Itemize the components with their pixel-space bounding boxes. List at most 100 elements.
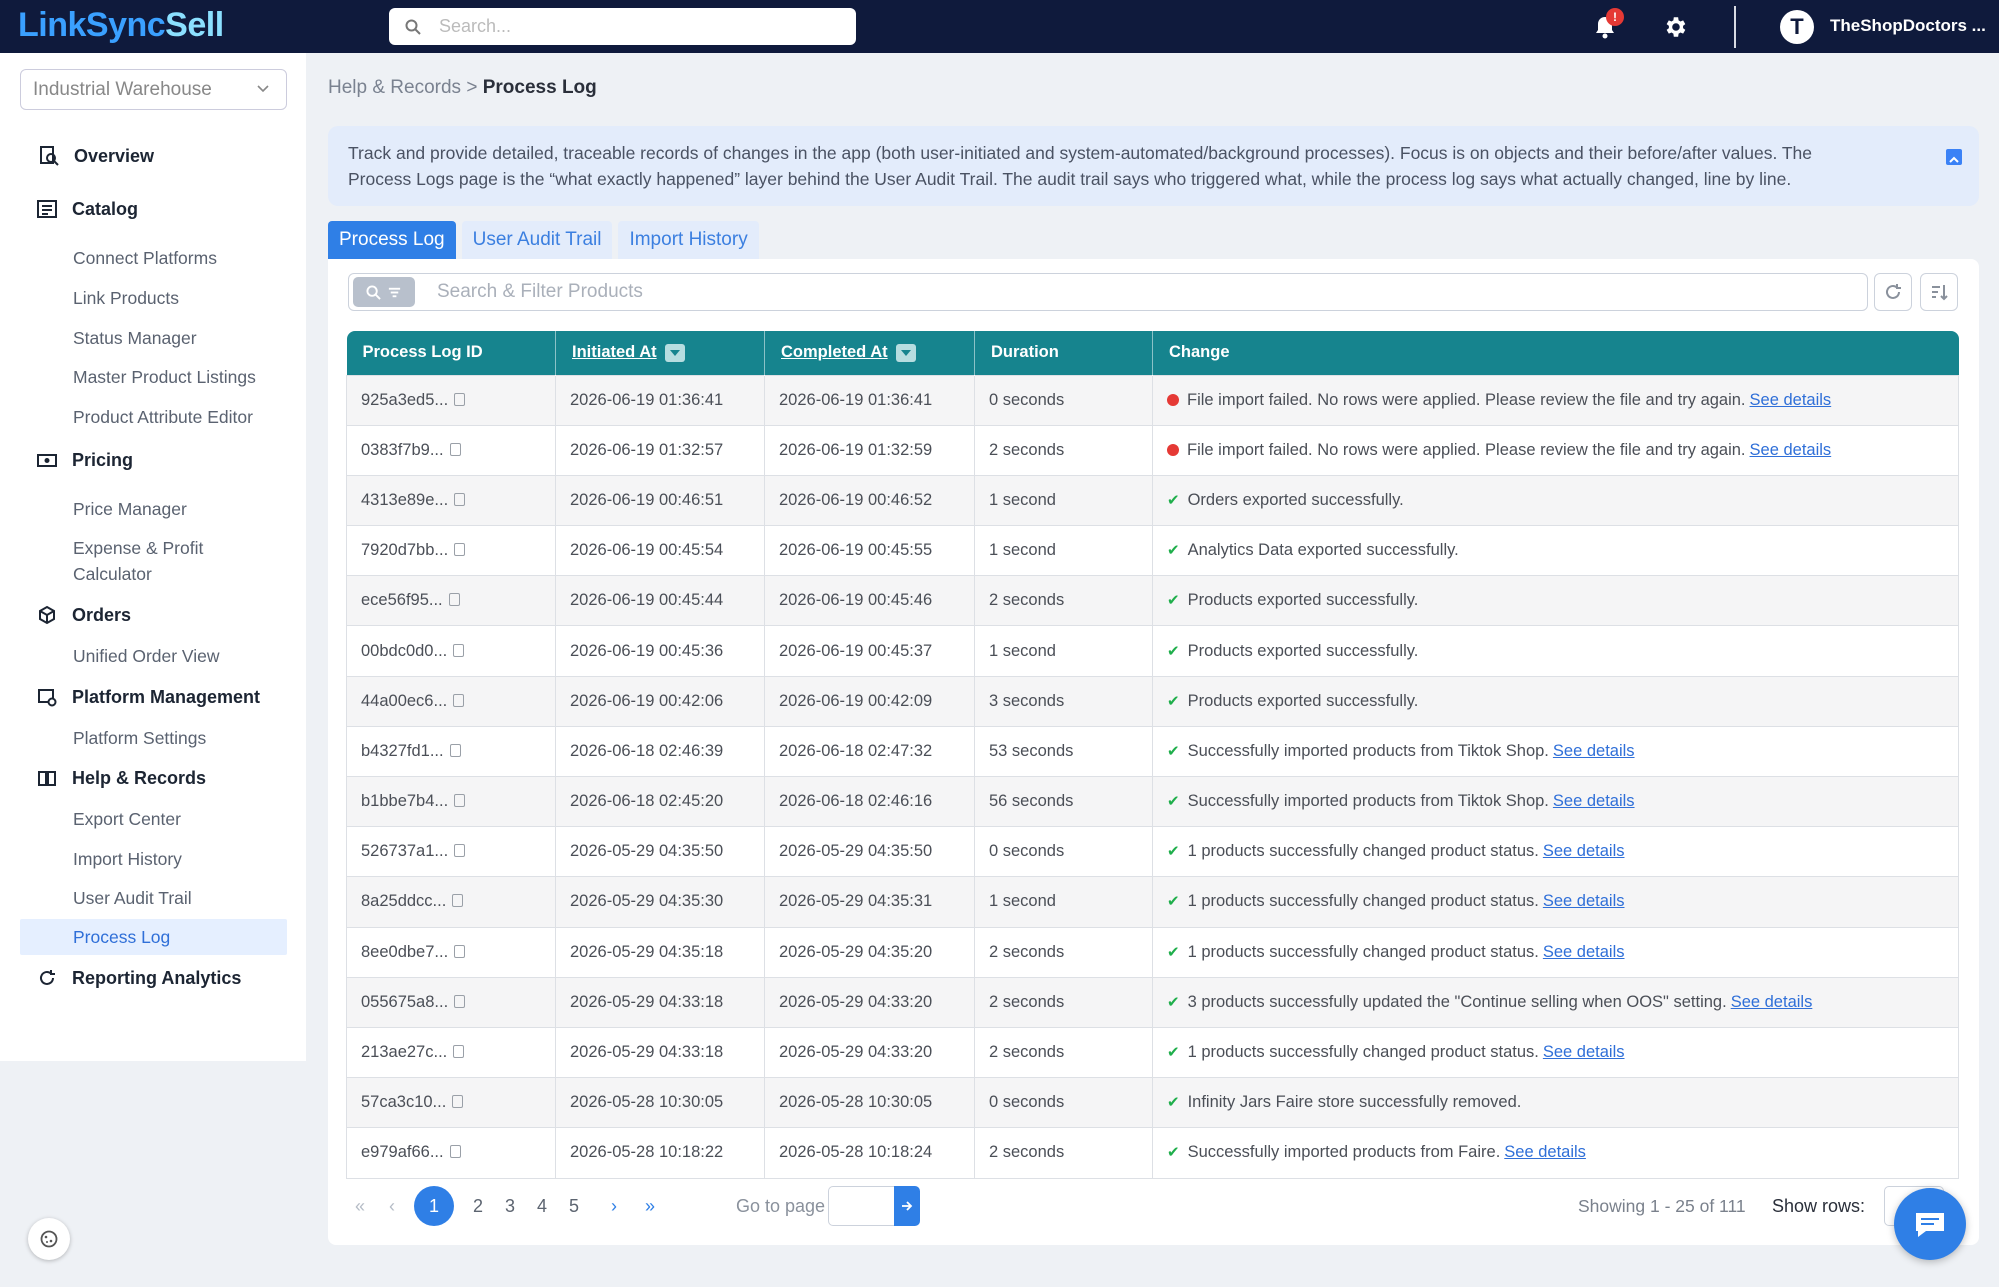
copy-icon[interactable] bbox=[449, 1145, 461, 1159]
column-header-initiated-at[interactable]: Initiated At bbox=[555, 331, 765, 375]
copy-icon[interactable] bbox=[453, 693, 465, 707]
sidebar-item-connect-platforms[interactable]: Connect Platforms bbox=[73, 248, 217, 269]
copy-icon[interactable] bbox=[454, 944, 466, 958]
app-logo[interactable]: LinkSyncSell bbox=[18, 6, 224, 45]
process-log-panel: Process Log ID Initiated At Completed At… bbox=[328, 259, 1979, 1245]
nav-platform-management[interactable]: Platform Management bbox=[36, 686, 260, 708]
global-search[interactable] bbox=[389, 8, 856, 45]
nav-catalog[interactable]: Catalog bbox=[36, 198, 138, 220]
tab-user-audit-trail[interactable]: User Audit Trail bbox=[461, 221, 613, 259]
see-details-link[interactable]: See details bbox=[1543, 892, 1625, 910]
collapse-banner-button[interactable] bbox=[1946, 149, 1962, 165]
change-text: 1 products successfully changed product … bbox=[1187, 1043, 1539, 1062]
nav-reporting-analytics[interactable]: Reporting Analytics bbox=[36, 967, 241, 989]
column-header-completed-at[interactable]: Completed At bbox=[764, 331, 975, 375]
filter-toggle-button[interactable] bbox=[353, 277, 415, 307]
see-details-link[interactable]: See details bbox=[1750, 391, 1832, 409]
copy-icon[interactable] bbox=[449, 743, 461, 757]
copy-icon[interactable] bbox=[454, 492, 466, 506]
copy-icon[interactable] bbox=[453, 643, 465, 657]
cookie-settings-button[interactable] bbox=[28, 1218, 70, 1260]
table-row[interactable]: b4327fd1... 2026-06-18 02:46:39 2026-06-18… bbox=[346, 725, 1959, 778]
sidebar-item-user-audit-trail[interactable]: User Audit Trail bbox=[73, 888, 192, 909]
copy-icon[interactable] bbox=[449, 442, 461, 456]
table-row[interactable]: b1bbe7b4... 2026-06-18 02:45:20 2026-06-18… bbox=[346, 775, 1959, 828]
see-details-link[interactable]: See details bbox=[1504, 1143, 1586, 1161]
sidebar-item-link-products[interactable]: Link Products bbox=[73, 288, 179, 309]
sidebar-item-product-attribute-editor[interactable]: Product Attribute Editor bbox=[73, 407, 253, 428]
page-button-5[interactable]: 5 bbox=[562, 1185, 586, 1227]
sort-dropdown-icon[interactable] bbox=[895, 343, 916, 362]
see-details-link[interactable]: See details bbox=[1543, 842, 1625, 860]
table-row[interactable]: 8ee0dbe7... 2026-05-29 04:35:18 2026-05-29… bbox=[346, 926, 1959, 978]
sidebar-item-process-log[interactable]: Process Log bbox=[20, 919, 287, 955]
table-row[interactable]: ece56f95... 2026-06-19 00:45:44 2026-06-19… bbox=[346, 575, 1959, 627]
tab-import-history[interactable]: Import History bbox=[618, 221, 759, 259]
store-selector[interactable]: Industrial Warehouse bbox=[20, 69, 287, 110]
avatar[interactable]: T bbox=[1780, 10, 1814, 44]
table-row[interactable]: 0383f7b9... 2026-06-19 01:32:57 2026-06-19… bbox=[346, 424, 1959, 476]
table-row[interactable]: 925a3ed5... 2026-06-19 01:36:41 2026-06-19… bbox=[346, 374, 1959, 426]
table-row[interactable]: 213ae27c... 2026-05-29 04:33:18 2026-05-29… bbox=[346, 1026, 1959, 1079]
sidebar-item-unified-order-view[interactable]: Unified Order View bbox=[73, 646, 220, 667]
sidebar-item-price-manager[interactable]: Price Manager bbox=[73, 499, 187, 520]
copy-icon[interactable] bbox=[454, 794, 466, 808]
gear-icon[interactable] bbox=[1662, 14, 1688, 40]
table-row[interactable]: 8a25ddcc... 2026-05-29 04:35:30 2026-05-29… bbox=[346, 876, 1959, 928]
process-log-id-cell: 57ca3c10... bbox=[346, 1077, 556, 1129]
copy-icon[interactable] bbox=[453, 1045, 465, 1059]
notifications-button[interactable]: ! bbox=[1590, 8, 1624, 42]
see-details-link[interactable]: See details bbox=[1543, 1043, 1625, 1061]
nav-pricing[interactable]: Pricing bbox=[36, 449, 133, 471]
page-button-4[interactable]: 4 bbox=[530, 1185, 554, 1227]
account-name[interactable]: TheShopDoctors ... bbox=[1830, 16, 1986, 36]
sidebar-item-master-product-listings[interactable]: Master Product Listings bbox=[73, 367, 256, 388]
table-row[interactable]: 526737a1... 2026-05-29 04:35:50 2026-05-29… bbox=[346, 826, 1959, 878]
see-details-link[interactable]: See details bbox=[1731, 993, 1813, 1011]
nav-orders[interactable]: Orders bbox=[36, 604, 131, 626]
first-page-button[interactable]: « bbox=[348, 1185, 372, 1227]
sort-options-button[interactable] bbox=[1920, 273, 1958, 311]
table-row[interactable]: 44a00ec6... 2026-06-19 00:42:06 2026-06-19… bbox=[346, 675, 1959, 727]
table-row[interactable]: 7920d7bb... 2026-06-19 00:45:54 2026-06-19… bbox=[346, 525, 1959, 577]
showing-count: Showing 1 - 25 of 111 bbox=[1578, 1196, 1746, 1216]
tab-process-log[interactable]: Process Log bbox=[328, 221, 456, 259]
copy-icon[interactable] bbox=[452, 894, 464, 908]
sidebar-item-expense-profit[interactable]: Expense & Profit bbox=[73, 538, 203, 559]
nav-help-records[interactable]: Help & Records bbox=[36, 767, 206, 789]
copy-icon[interactable] bbox=[454, 392, 466, 406]
table-row[interactable]: 57ca3c10... 2026-05-28 10:30:05 2026-05-28… bbox=[346, 1077, 1959, 1129]
sidebar-item-import-history[interactable]: Import History bbox=[73, 849, 182, 870]
go-to-page-button[interactable] bbox=[894, 1186, 920, 1226]
copy-icon[interactable] bbox=[454, 543, 466, 557]
sort-dropdown-icon[interactable] bbox=[664, 343, 685, 362]
sidebar-item-expense-profit-calculator[interactable]: Calculator bbox=[73, 564, 152, 585]
last-page-button[interactable]: » bbox=[638, 1185, 662, 1227]
copy-icon[interactable] bbox=[448, 593, 460, 607]
copy-icon[interactable] bbox=[454, 844, 466, 858]
nav-overview[interactable]: Overview bbox=[38, 145, 154, 167]
table-row[interactable]: 4313e89e... 2026-06-19 00:46:51 2026-06-19… bbox=[346, 474, 1959, 527]
chat-button[interactable] bbox=[1894, 1188, 1966, 1260]
refresh-button[interactable] bbox=[1874, 273, 1912, 311]
prev-page-button[interactable]: ‹ bbox=[380, 1185, 404, 1227]
table-row[interactable]: 055675a8... 2026-05-29 04:33:18 2026-05-29… bbox=[346, 976, 1959, 1028]
breadcrumb-parent[interactable]: Help & Records bbox=[328, 77, 461, 98]
table-row[interactable]: e979af66... 2026-05-28 10:18:22 2026-05-28… bbox=[346, 1127, 1959, 1179]
see-details-link[interactable]: See details bbox=[1553, 742, 1635, 760]
next-page-button[interactable]: › bbox=[602, 1185, 626, 1227]
table-row[interactable]: 00bdc0d0... 2026-06-19 00:45:36 2026-06-19… bbox=[346, 625, 1959, 677]
page-button-2[interactable]: 2 bbox=[466, 1185, 490, 1227]
filter-input[interactable] bbox=[437, 281, 1737, 303]
see-details-link[interactable]: See details bbox=[1553, 792, 1635, 810]
sidebar-item-export-center[interactable]: Export Center bbox=[73, 809, 181, 830]
search-input[interactable] bbox=[439, 16, 839, 37]
sidebar-item-status-manager[interactable]: Status Manager bbox=[73, 328, 197, 349]
sidebar-item-platform-settings[interactable]: Platform Settings bbox=[73, 728, 206, 749]
see-details-link[interactable]: See details bbox=[1750, 441, 1832, 459]
see-details-link[interactable]: See details bbox=[1543, 943, 1625, 961]
copy-icon[interactable] bbox=[454, 994, 466, 1008]
page-button-3[interactable]: 3 bbox=[498, 1185, 522, 1227]
page-button-1[interactable]: 1 bbox=[414, 1186, 454, 1226]
copy-icon[interactable] bbox=[452, 1095, 464, 1109]
